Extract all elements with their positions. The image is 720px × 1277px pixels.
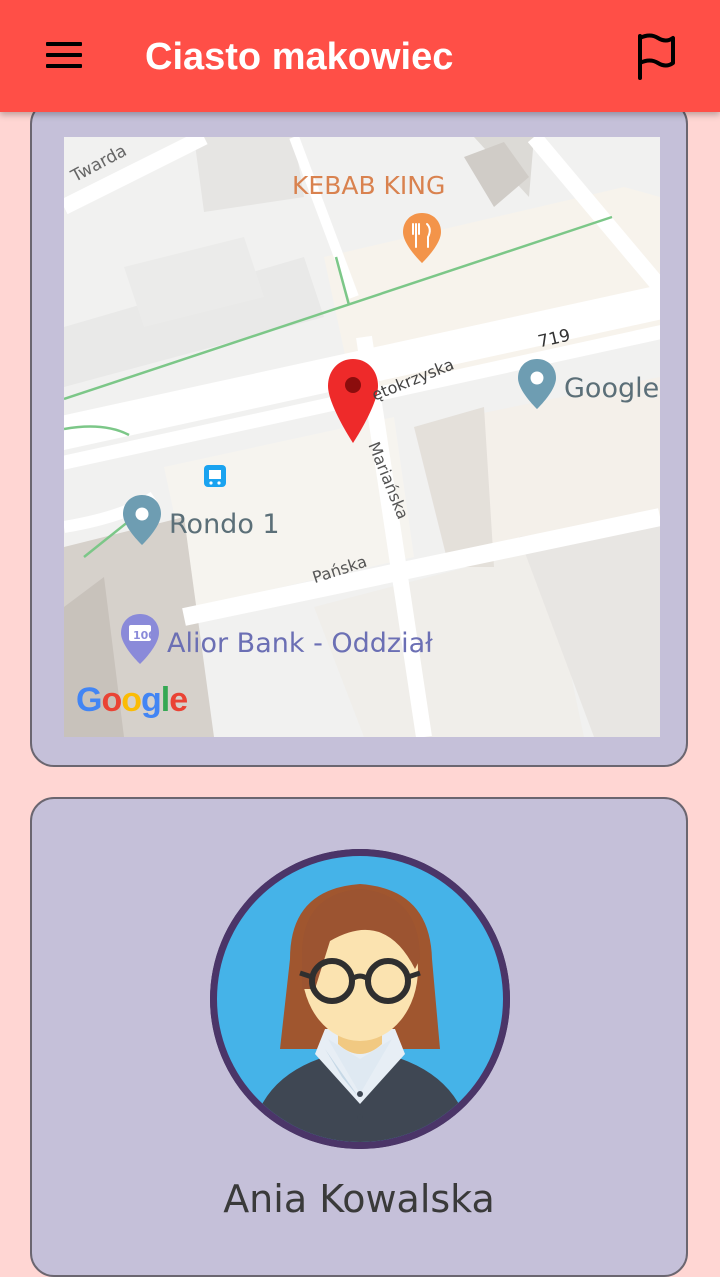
- google-attribution-logo: Google: [76, 681, 188, 719]
- hamburger-menu-icon[interactable]: [32, 28, 96, 84]
- place-label-alior-bank[interactable]: Alior Bank - Oddział: [167, 628, 433, 659]
- avatar-illustration: [210, 849, 510, 1149]
- page-title: Ciasto makowiec: [145, 36, 454, 78]
- map-view[interactable]: Twarda KEBAB KING 719 ętokrzyska Google …: [64, 137, 660, 737]
- avatar[interactable]: [210, 849, 510, 1149]
- place-label-google[interactable]: Google: [564, 373, 659, 404]
- profile-name: Ania Kowalska: [223, 1177, 495, 1221]
- profile-card: Ania Kowalska: [30, 797, 688, 1277]
- place-label-kebab-king[interactable]: KEBAB KING: [292, 171, 445, 200]
- app-bar: Ciasto makowiec: [0, 0, 720, 112]
- place-label-rondo-1[interactable]: Rondo 1: [169, 509, 280, 540]
- bank-icon-text: 100: [133, 629, 156, 642]
- flag-icon[interactable]: [626, 28, 686, 88]
- map-card: Twarda KEBAB KING 719 ętokrzyska Google …: [30, 100, 688, 767]
